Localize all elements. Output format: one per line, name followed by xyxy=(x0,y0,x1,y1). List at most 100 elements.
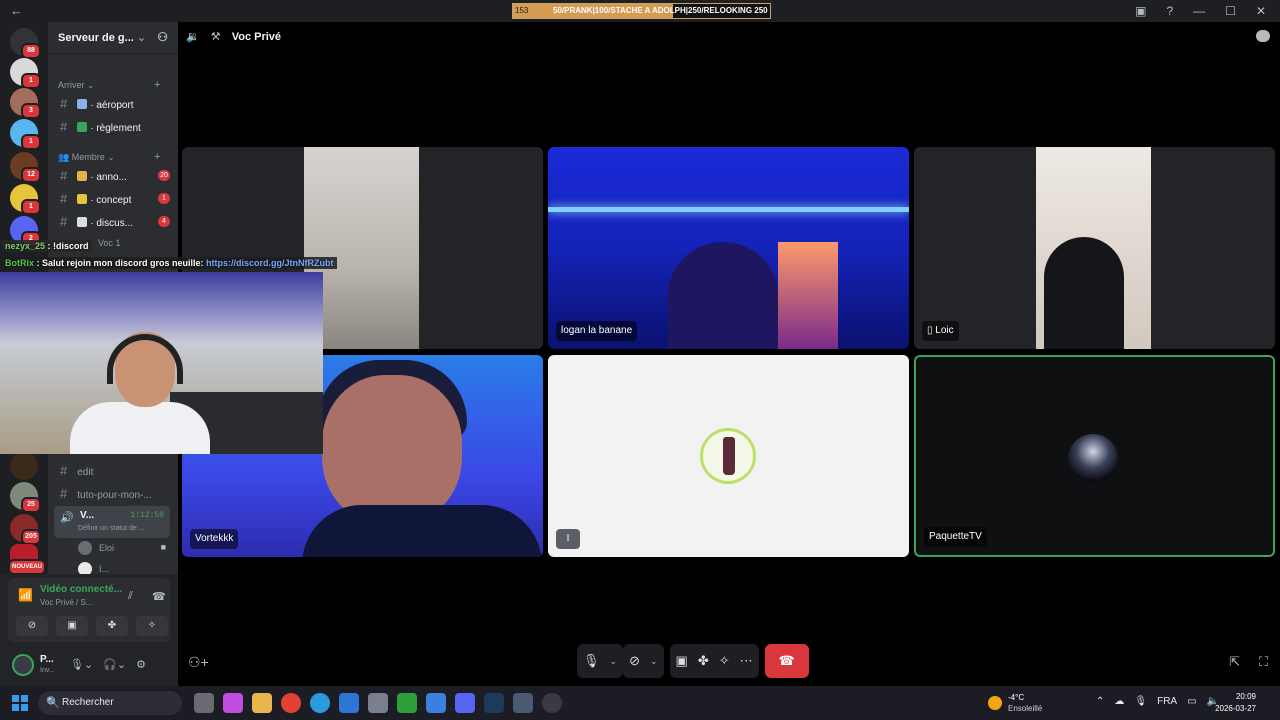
close-icon[interactable]: ✕ xyxy=(1256,4,1266,18)
disconnect-icon[interactable]: ☎ xyxy=(152,590,166,603)
fullscreen-icon[interactable]: ⛶ xyxy=(1259,654,1268,670)
screen-share-icon[interactable]: ▣ xyxy=(676,653,688,669)
call-header: 🔉 ⚒ Voc Privé xyxy=(186,30,281,43)
server-icon[interactable]: 1 xyxy=(10,58,41,89)
participant-tile[interactable]: logan la banane xyxy=(548,147,909,349)
soundboard-icon[interactable]: ✧ xyxy=(136,616,168,636)
plus-icon[interactable]: + xyxy=(154,151,160,163)
chat-line: nezyx_25 : !discord xyxy=(2,240,92,252)
mic-tray-icon[interactable]: 🎙 xyxy=(1134,696,1147,707)
voice-member[interactable]: Eloi ■ xyxy=(78,541,170,557)
server-icon[interactable]: NOUVEAU xyxy=(7,544,46,575)
camera-off-icon[interactable]: ⊘ xyxy=(16,616,48,636)
camera-control[interactable]: ⊘ ⌄ xyxy=(623,644,664,678)
megaphone-icon xyxy=(77,171,88,181)
participant-name: Vortekkk xyxy=(190,529,239,549)
discord-icon[interactable] xyxy=(455,693,475,713)
gear-icon[interactable]: ⚙ xyxy=(136,658,146,671)
chevron-down-icon: ⌄ xyxy=(649,655,658,666)
disconnect-button[interactable]: ☎ xyxy=(764,644,809,678)
mic-control[interactable]: 🎙 ⌄ xyxy=(577,644,624,678)
add-member-icon[interactable]: ⚇ xyxy=(157,30,168,44)
server-icon[interactable]: 1 xyxy=(10,119,41,150)
channel-edit[interactable]: # edit xyxy=(60,463,172,481)
voice-connection-panel: 📶 Vidéo connecté... Voc Privé / S... ⫽ ☎… xyxy=(0,574,178,686)
settings-icon[interactable] xyxy=(368,693,388,713)
activities-icon[interactable]: ✤ xyxy=(96,616,128,636)
weather-widget[interactable]: -4°C Ensoleillé xyxy=(988,692,1058,714)
screen-share-icon[interactable]: ▣ xyxy=(56,616,88,636)
activity-controls: ▣ ✤ ✧ ⋯ xyxy=(669,644,759,678)
chat-bubble-icon[interactable] xyxy=(1256,30,1270,42)
category-membre[interactable]: 👥 Membre ⌄ + xyxy=(58,151,160,163)
participant-name: I xyxy=(556,529,580,549)
headphones-icon[interactable]: 🎧⌄ xyxy=(103,658,126,671)
search-icon: 🔍 xyxy=(46,697,60,709)
stream-title-overlay: 153 50/PRANK|100/STACHE A ADOLPH|250/REL… xyxy=(512,3,771,19)
activities-icon[interactable]: ✤ xyxy=(698,653,709,669)
username[interactable]: P... xyxy=(40,654,54,665)
channel-discussion[interactable]: # · discus... 4 xyxy=(60,214,172,232)
server-icon[interactable]: 3 xyxy=(10,88,41,119)
inbox-icon[interactable]: ▣ xyxy=(1135,4,1146,18)
signal-icon: 📶 xyxy=(18,588,33,602)
discord-home-icon[interactable]: 88 xyxy=(10,28,41,59)
speaker-icon: 🔊 xyxy=(60,512,74,524)
cloud-icon[interactable]: ☁ xyxy=(1114,696,1124,707)
active-voice-channel[interactable]: 🔊 V... 1:12:59 Définir un statut de ... xyxy=(54,506,170,538)
voice-timer: 1:12:59 xyxy=(130,511,164,520)
voice-connected-status[interactable]: Vidéo connecté... xyxy=(40,584,122,595)
participant-tile[interactable]: ▯ Loic xyxy=(914,147,1275,349)
channel-aeroport[interactable]: # · aéroport xyxy=(60,96,172,114)
server-icon[interactable] xyxy=(10,452,38,480)
file-explorer-icon[interactable] xyxy=(252,693,272,713)
hash-icon: # xyxy=(60,119,68,134)
network-icon[interactable]: ▭ xyxy=(1187,696,1196,707)
hang-up-icon: ☎ xyxy=(778,653,795,668)
taskbar-search[interactable]: 🔍 Rechercher xyxy=(38,691,182,715)
app-icon[interactable] xyxy=(513,693,533,713)
task-view-icon[interactable] xyxy=(194,693,214,713)
maximize-icon[interactable]: ☐ xyxy=(1225,4,1236,18)
outlook-icon[interactable] xyxy=(339,693,359,713)
more-icon[interactable]: ⋯ xyxy=(740,653,753,669)
avatar[interactable] xyxy=(12,654,34,676)
copilot-icon[interactable] xyxy=(223,693,243,713)
server-icon[interactable]: 25 xyxy=(10,482,41,513)
back-arrow-icon[interactable]: ← xyxy=(10,3,23,18)
chevron-up-icon[interactable]: ⌃ xyxy=(1096,696,1104,707)
xbox-icon[interactable] xyxy=(397,693,417,713)
microphone-icon[interactable]: 🎙⌄ xyxy=(70,658,93,671)
soundboard-icon[interactable]: ✧ xyxy=(719,653,730,669)
server-icon[interactable]: 12 xyxy=(10,152,41,183)
category-arriver[interactable]: Arriver ⌄ + xyxy=(58,79,160,91)
avatar xyxy=(78,541,92,555)
plus-icon[interactable]: + xyxy=(154,79,160,91)
edge-icon[interactable] xyxy=(310,693,330,713)
sun-icon xyxy=(988,696,1002,710)
channel-reglement[interactable]: # · règlement xyxy=(60,119,172,137)
voice-status[interactable]: Définir un statut de ... xyxy=(78,525,145,532)
server-name-header[interactable]: Serveur de g... ⌄ ⚇ xyxy=(48,22,178,54)
channel-concept[interactable]: # · concept 1 xyxy=(60,191,172,209)
chrome-icon[interactable] xyxy=(281,693,301,713)
server-icon[interactable]: 1 xyxy=(10,184,41,215)
steam-icon[interactable] xyxy=(484,693,504,713)
channel-tuto[interactable]: # tuto-pour-mon-... xyxy=(60,486,172,504)
minimize-icon[interactable]: — xyxy=(1193,4,1205,18)
obs-icon[interactable] xyxy=(542,693,562,713)
add-people-icon[interactable]: ⚇+ xyxy=(188,654,209,671)
noise-suppression-icon[interactable]: ⫽ xyxy=(128,590,133,603)
server-icon[interactable]: 205 xyxy=(10,514,41,545)
help-icon[interactable]: ? xyxy=(1166,4,1173,18)
windows-start-icon[interactable] xyxy=(12,695,28,711)
channel-announcements[interactable]: # · anno... 20 xyxy=(60,168,172,186)
taskbar-clock[interactable]: 20:09 2026-03-27 xyxy=(1215,691,1256,715)
hash-icon: # xyxy=(60,486,68,501)
participant-tile[interactable]: I xyxy=(548,355,909,557)
popout-icon[interactable]: ⇱ xyxy=(1229,654,1240,670)
language-indicator[interactable]: FRA xyxy=(1157,696,1177,707)
store-icon[interactable] xyxy=(426,693,446,713)
participant-tile-speaking[interactable]: PaquetteTV xyxy=(914,355,1275,557)
voice-location[interactable]: Voc Privé / S... xyxy=(40,598,92,607)
